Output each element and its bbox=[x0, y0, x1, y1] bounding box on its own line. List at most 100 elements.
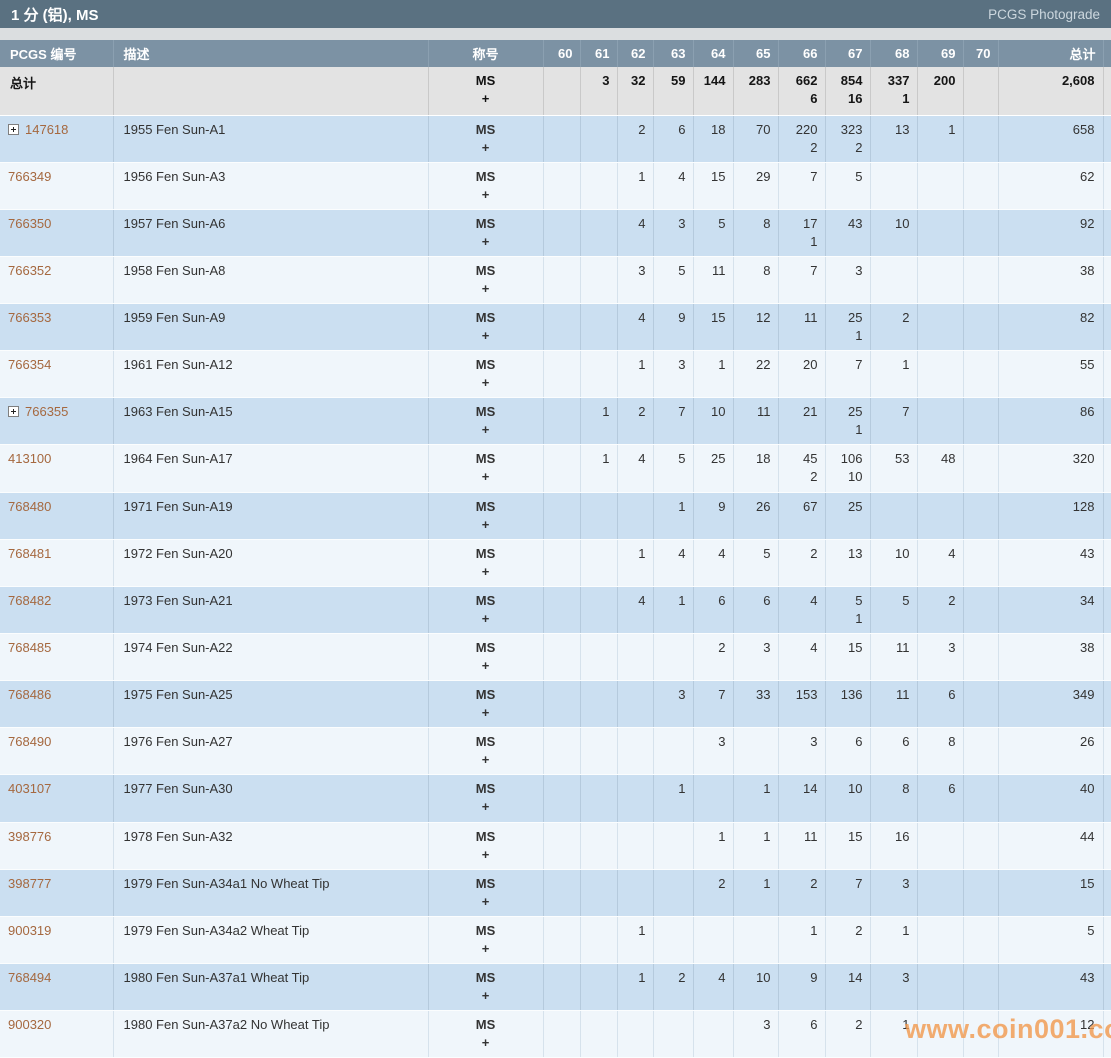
pcgs-number-link[interactable]: 768481 bbox=[8, 546, 51, 561]
ms-count: 22 bbox=[736, 356, 771, 374]
pcgs-number-link[interactable]: 766352 bbox=[8, 263, 51, 278]
ms-count: 4 bbox=[781, 639, 818, 657]
ms-count: 18 bbox=[736, 450, 771, 468]
cell-grade-67: 43 bbox=[825, 209, 870, 256]
ms-count bbox=[656, 733, 686, 751]
table-row: 4131001964 Fen Sun-A17MS+ 14525184521061… bbox=[0, 445, 1111, 492]
cell-grade-63: 3 bbox=[653, 209, 693, 256]
ms-count: 6 bbox=[736, 592, 771, 610]
ms-count bbox=[620, 780, 646, 798]
expand-icon[interactable] bbox=[8, 124, 19, 135]
cell-grade-69 bbox=[917, 492, 963, 539]
ms-count: 9 bbox=[781, 969, 818, 987]
pcgs-number-link[interactable]: 766350 bbox=[8, 216, 51, 231]
pcgs-number-link[interactable]: 147618 bbox=[25, 122, 68, 137]
cell-grade-61 bbox=[580, 492, 617, 539]
header-row: PCGS 编号描述称号6061626364656667686970总计 bbox=[0, 40, 1111, 67]
cell-grade-70 bbox=[963, 681, 998, 728]
ms-count: 16 bbox=[873, 828, 910, 846]
cell-grade-64 bbox=[693, 916, 733, 963]
designation-plus: + bbox=[429, 374, 543, 392]
pcgs-number-link[interactable]: 766354 bbox=[8, 357, 51, 372]
pcgs-number-link[interactable]: 766349 bbox=[8, 169, 51, 184]
pcgs-number-link[interactable]: 398777 bbox=[8, 876, 51, 891]
cell-grade-64: 18 bbox=[693, 115, 733, 162]
cell-grade-61 bbox=[580, 634, 617, 681]
total-cell: 38 bbox=[998, 256, 1103, 303]
ms-count: 1 bbox=[873, 1016, 910, 1034]
ms-count: 7 bbox=[696, 686, 726, 704]
cell-grade-62: 3 bbox=[617, 256, 653, 303]
cell-grade-70 bbox=[963, 67, 998, 115]
cell-grade-60 bbox=[543, 728, 580, 775]
ms-count bbox=[620, 1016, 646, 1034]
pcgs-number-link[interactable]: 766353 bbox=[8, 310, 51, 325]
pcgs-number-link[interactable]: 768490 bbox=[8, 734, 51, 749]
cell-grade-70 bbox=[963, 398, 998, 445]
pcgs-number-link[interactable]: 900320 bbox=[8, 1017, 51, 1032]
pcgs-number-link[interactable]: 768486 bbox=[8, 687, 51, 702]
cell-grade-66: 9 bbox=[778, 964, 825, 1011]
designation-cell: MS+ bbox=[428, 115, 543, 162]
designation-ms: MS bbox=[429, 545, 543, 563]
pcgs-number-link[interactable]: 900319 bbox=[8, 923, 51, 938]
pcgs-number-link[interactable]: 398776 bbox=[8, 829, 51, 844]
ms-count bbox=[966, 356, 991, 374]
ms-count: 128 bbox=[1001, 498, 1095, 516]
ms-count bbox=[920, 828, 956, 846]
pcgs-number-link[interactable]: 768480 bbox=[8, 499, 51, 514]
cell-grade-67: 51 bbox=[825, 586, 870, 633]
cell-grade-63: 59 bbox=[653, 67, 693, 115]
designation-plus: + bbox=[429, 940, 543, 958]
ms-count bbox=[873, 498, 910, 516]
ms-count: 17 bbox=[781, 215, 818, 233]
expand-icon[interactable] bbox=[8, 406, 19, 417]
designation-plus: + bbox=[429, 90, 543, 108]
pcgs-number-link[interactable]: 766355 bbox=[25, 404, 68, 419]
divider-band bbox=[0, 28, 1111, 40]
pcgs-number-link[interactable]: 768482 bbox=[8, 593, 51, 608]
cell-grade-61: 1 bbox=[580, 445, 617, 492]
cell-grade-67: 15 bbox=[825, 822, 870, 869]
cell-grade-65: 1 bbox=[733, 869, 778, 916]
cell-grade-62: 2 bbox=[617, 115, 653, 162]
pcgs-number-link[interactable]: 768485 bbox=[8, 640, 51, 655]
description-cell: 1979 Fen Sun-A34a1 No Wheat Tip bbox=[113, 869, 428, 916]
total-cell: 34 bbox=[998, 586, 1103, 633]
cell-grade-62: 1 bbox=[617, 351, 653, 398]
ms-count: 7 bbox=[828, 356, 863, 374]
cell-grade-60 bbox=[543, 964, 580, 1011]
ms-count bbox=[583, 356, 610, 374]
cell-grade-68: 13 bbox=[870, 115, 917, 162]
designation-cell: MS+ bbox=[428, 445, 543, 492]
cell-grade-67: 10 bbox=[825, 775, 870, 822]
pcgs-number-link[interactable]: 403107 bbox=[8, 781, 51, 796]
cell-grade-69: 48 bbox=[917, 445, 963, 492]
pcgs-number-link[interactable]: 413100 bbox=[8, 451, 51, 466]
ms-count: 220 bbox=[781, 121, 818, 139]
ms-count: 1 bbox=[696, 828, 726, 846]
stub-cell bbox=[1103, 445, 1111, 492]
col-header-grade-60: 60 bbox=[543, 40, 580, 67]
plus-count: 16 bbox=[828, 90, 863, 108]
cell-grade-66: 171 bbox=[778, 209, 825, 256]
cell-grade-66: 6 bbox=[778, 1011, 825, 1058]
cell-grade-63: 4 bbox=[653, 539, 693, 586]
ms-count: 136 bbox=[828, 686, 863, 704]
pcgs-number-cell: 768486 bbox=[0, 681, 113, 728]
stub-cell bbox=[1103, 67, 1111, 115]
cell-grade-69 bbox=[917, 964, 963, 1011]
pcgs-number-cell: 766354 bbox=[0, 351, 113, 398]
pcgs-number-link[interactable]: 768494 bbox=[8, 970, 51, 985]
designation-ms: MS bbox=[429, 498, 543, 516]
ms-count bbox=[966, 450, 991, 468]
ms-count: 7 bbox=[828, 875, 863, 893]
cell-grade-65: 33 bbox=[733, 681, 778, 728]
cell-grade-63 bbox=[653, 916, 693, 963]
photograde-link[interactable]: PCGS Photograde bbox=[988, 7, 1100, 22]
ms-count bbox=[966, 403, 991, 421]
cell-grade-70 bbox=[963, 728, 998, 775]
cell-grade-66: 14 bbox=[778, 775, 825, 822]
plus-count: 2 bbox=[828, 139, 863, 157]
cell-grade-63: 2 bbox=[653, 964, 693, 1011]
